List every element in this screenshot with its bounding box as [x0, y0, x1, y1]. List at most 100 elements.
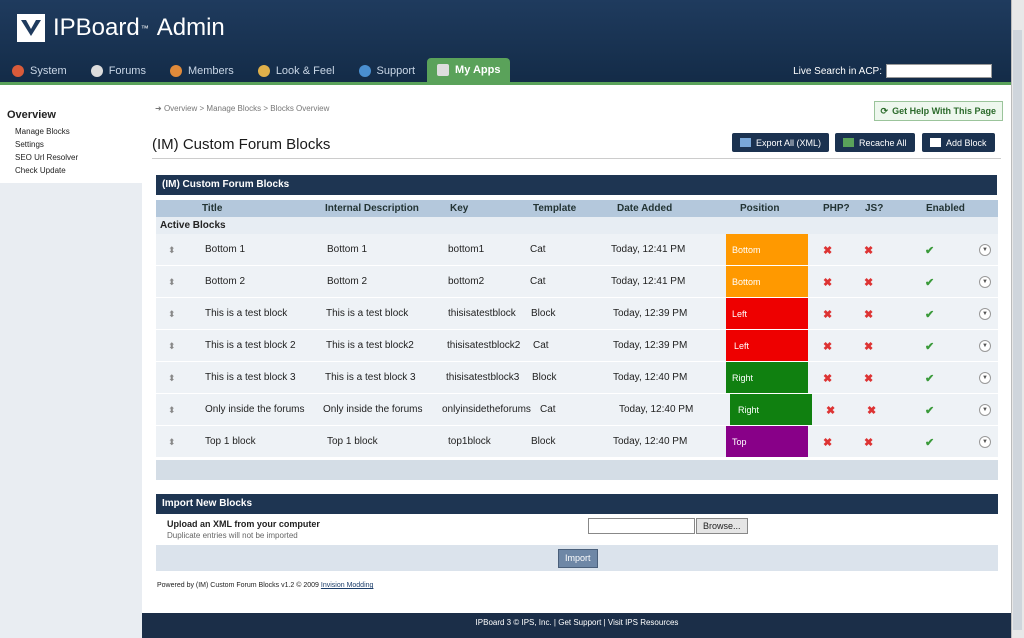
php-no-icon[interactable]: ✖: [823, 276, 832, 289]
table-row: ⬍ This is a test block 3 This is a test …: [156, 362, 998, 394]
add-block-button[interactable]: Add Block: [922, 133, 995, 152]
breadcrumb-manage-blocks[interactable]: Manage Blocks: [206, 104, 261, 113]
help-button[interactable]: ⟳ Get Help With This Page: [873, 101, 1003, 121]
ipboard-logo[interactable]: IPBoard ™ Admin: [17, 14, 225, 42]
table-row: ⬍ Top 1 block Top 1 block top1block Bloc…: [156, 426, 998, 458]
page-footer: IPBoard 3 © IPS, Inc. | Get Support | Vi…: [142, 613, 1012, 638]
row-options-icon[interactable]: ▼: [979, 436, 991, 448]
position-badge: Bottom: [726, 266, 808, 297]
enabled-check-icon[interactable]: ✔: [925, 436, 934, 449]
enabled-check-icon[interactable]: ✔: [925, 244, 934, 257]
help-button-label: Get Help With This Page: [892, 106, 996, 116]
row-options-icon[interactable]: ▼: [979, 372, 991, 384]
page-scrollbar[interactable]: [1011, 0, 1024, 638]
position-badge: Left: [726, 298, 808, 329]
import-panel-title: Import New Blocks: [162, 498, 253, 509]
row-options-icon[interactable]: ▼: [979, 340, 991, 352]
cell-date: Today, 12:39 PM: [613, 340, 688, 351]
position-label: Left: [732, 309, 748, 319]
drag-handle-icon[interactable]: ⬍: [168, 341, 176, 352]
enabled-check-icon[interactable]: ✔: [925, 404, 934, 417]
js-no-icon[interactable]: ✖: [864, 436, 873, 449]
drag-handle-icon[interactable]: ⬍: [168, 309, 176, 320]
php-no-icon[interactable]: ✖: [823, 436, 832, 449]
drag-handle-icon[interactable]: ⬍: [168, 405, 176, 416]
php-no-icon[interactable]: ✖: [823, 244, 832, 257]
breadcrumb-arrow-icon: ➜: [155, 104, 162, 113]
sidebar-item-settings[interactable]: Settings: [0, 138, 142, 151]
row-options-icon[interactable]: ▼: [979, 308, 991, 320]
row-options-icon[interactable]: ▼: [979, 276, 991, 288]
position-badge: Bottom: [726, 234, 808, 265]
column-internal-description: Internal Description: [325, 203, 419, 214]
export-all-button[interactable]: Export All (XML): [732, 133, 830, 152]
import-panel-header: Import New Blocks: [156, 494, 998, 514]
browse-button[interactable]: Browse...: [696, 518, 748, 534]
column-date-added: Date Added: [617, 203, 673, 214]
sidebar-item-manage-blocks[interactable]: Manage Blocks: [0, 125, 142, 138]
position-label: Bottom: [732, 277, 761, 287]
sidebar-item-seo-url-resolver[interactable]: SEO Url Resolver: [0, 151, 142, 164]
js-no-icon[interactable]: ✖: [864, 372, 873, 385]
drag-handle-icon[interactable]: ⬍: [168, 437, 176, 448]
live-search-input[interactable]: [886, 64, 992, 78]
cell-key: thisisatestblock: [448, 308, 516, 319]
php-no-icon[interactable]: ✖: [823, 340, 832, 353]
drag-handle-icon[interactable]: ⬍: [168, 373, 176, 384]
position-badge: Top: [726, 426, 808, 457]
footer-text: IPBoard 3 © IPS, Inc. | Get Support | Vi…: [475, 618, 679, 627]
js-no-icon[interactable]: ✖: [864, 340, 873, 353]
tab-support[interactable]: Support: [347, 60, 428, 82]
js-no-icon[interactable]: ✖: [867, 404, 876, 417]
js-no-icon[interactable]: ✖: [864, 244, 873, 257]
position-badge: Right: [726, 362, 808, 393]
cell-key: thisisatestblock2: [447, 340, 521, 351]
column-php: PHP?: [823, 203, 850, 214]
php-no-icon[interactable]: ✖: [826, 404, 835, 417]
position-label: Right: [732, 373, 754, 383]
powered-by-link[interactable]: Invision Modding: [321, 582, 374, 589]
column-template: Template: [533, 203, 577, 214]
enabled-check-icon[interactable]: ✔: [925, 308, 934, 321]
myapps-icon: [437, 64, 450, 76]
cell-title: Bottom 1: [205, 244, 246, 255]
php-no-icon[interactable]: ✖: [823, 308, 832, 321]
file-path-field[interactable]: [588, 518, 695, 534]
import-button[interactable]: Import: [558, 549, 598, 568]
js-no-icon[interactable]: ✖: [864, 276, 873, 289]
js-no-icon[interactable]: ✖: [864, 308, 873, 321]
cell-title: This is a test block 2: [205, 340, 296, 351]
recache-all-button[interactable]: Recache All: [835, 133, 915, 152]
export-icon: [740, 138, 751, 147]
breadcrumb-overview[interactable]: Overview: [164, 104, 197, 113]
table-row: ⬍ This is a test block 2 This is a test …: [156, 330, 998, 362]
scrollbar-thumb[interactable]: [1013, 30, 1022, 630]
tab-my-apps[interactable]: My Apps: [427, 58, 511, 82]
tab-look-feel[interactable]: Look & Feel: [246, 60, 347, 82]
row-options-icon[interactable]: ▼: [979, 244, 991, 256]
tab-forums[interactable]: Forums: [79, 60, 158, 82]
powered-by-text: Powered by (IM) Custom Forum Blocks v1.2…: [157, 582, 319, 589]
upload-sublabel: Duplicate entries will not be imported: [167, 531, 298, 540]
cell-title: Only inside the forums: [205, 404, 305, 415]
look-feel-icon: [257, 65, 270, 77]
enabled-check-icon[interactable]: ✔: [925, 276, 934, 289]
drag-handle-icon[interactable]: ⬍: [168, 277, 176, 288]
php-no-icon[interactable]: ✖: [823, 372, 832, 385]
tab-system[interactable]: System: [0, 60, 79, 82]
tab-members[interactable]: Members: [158, 60, 246, 82]
forums-icon: [90, 65, 103, 77]
page-title: (IM) Custom Forum Blocks: [152, 136, 331, 153]
drag-handle-icon[interactable]: ⬍: [168, 245, 176, 256]
cell-title: Top 1 block: [205, 436, 256, 447]
sidebar-item-check-update[interactable]: Check Update: [0, 164, 142, 177]
enabled-check-icon[interactable]: ✔: [925, 340, 934, 353]
add-block-label: Add Block: [946, 137, 987, 148]
cell-key: bottom1: [448, 244, 485, 255]
table-row: ⬍ Only inside the forums Only inside the…: [156, 394, 998, 426]
row-options-icon[interactable]: ▼: [979, 404, 991, 416]
column-position: Position: [740, 203, 780, 214]
tab-label: Support: [376, 65, 416, 77]
enabled-check-icon[interactable]: ✔: [925, 372, 934, 385]
table-row: ⬍ This is a test block This is a test bl…: [156, 298, 998, 330]
